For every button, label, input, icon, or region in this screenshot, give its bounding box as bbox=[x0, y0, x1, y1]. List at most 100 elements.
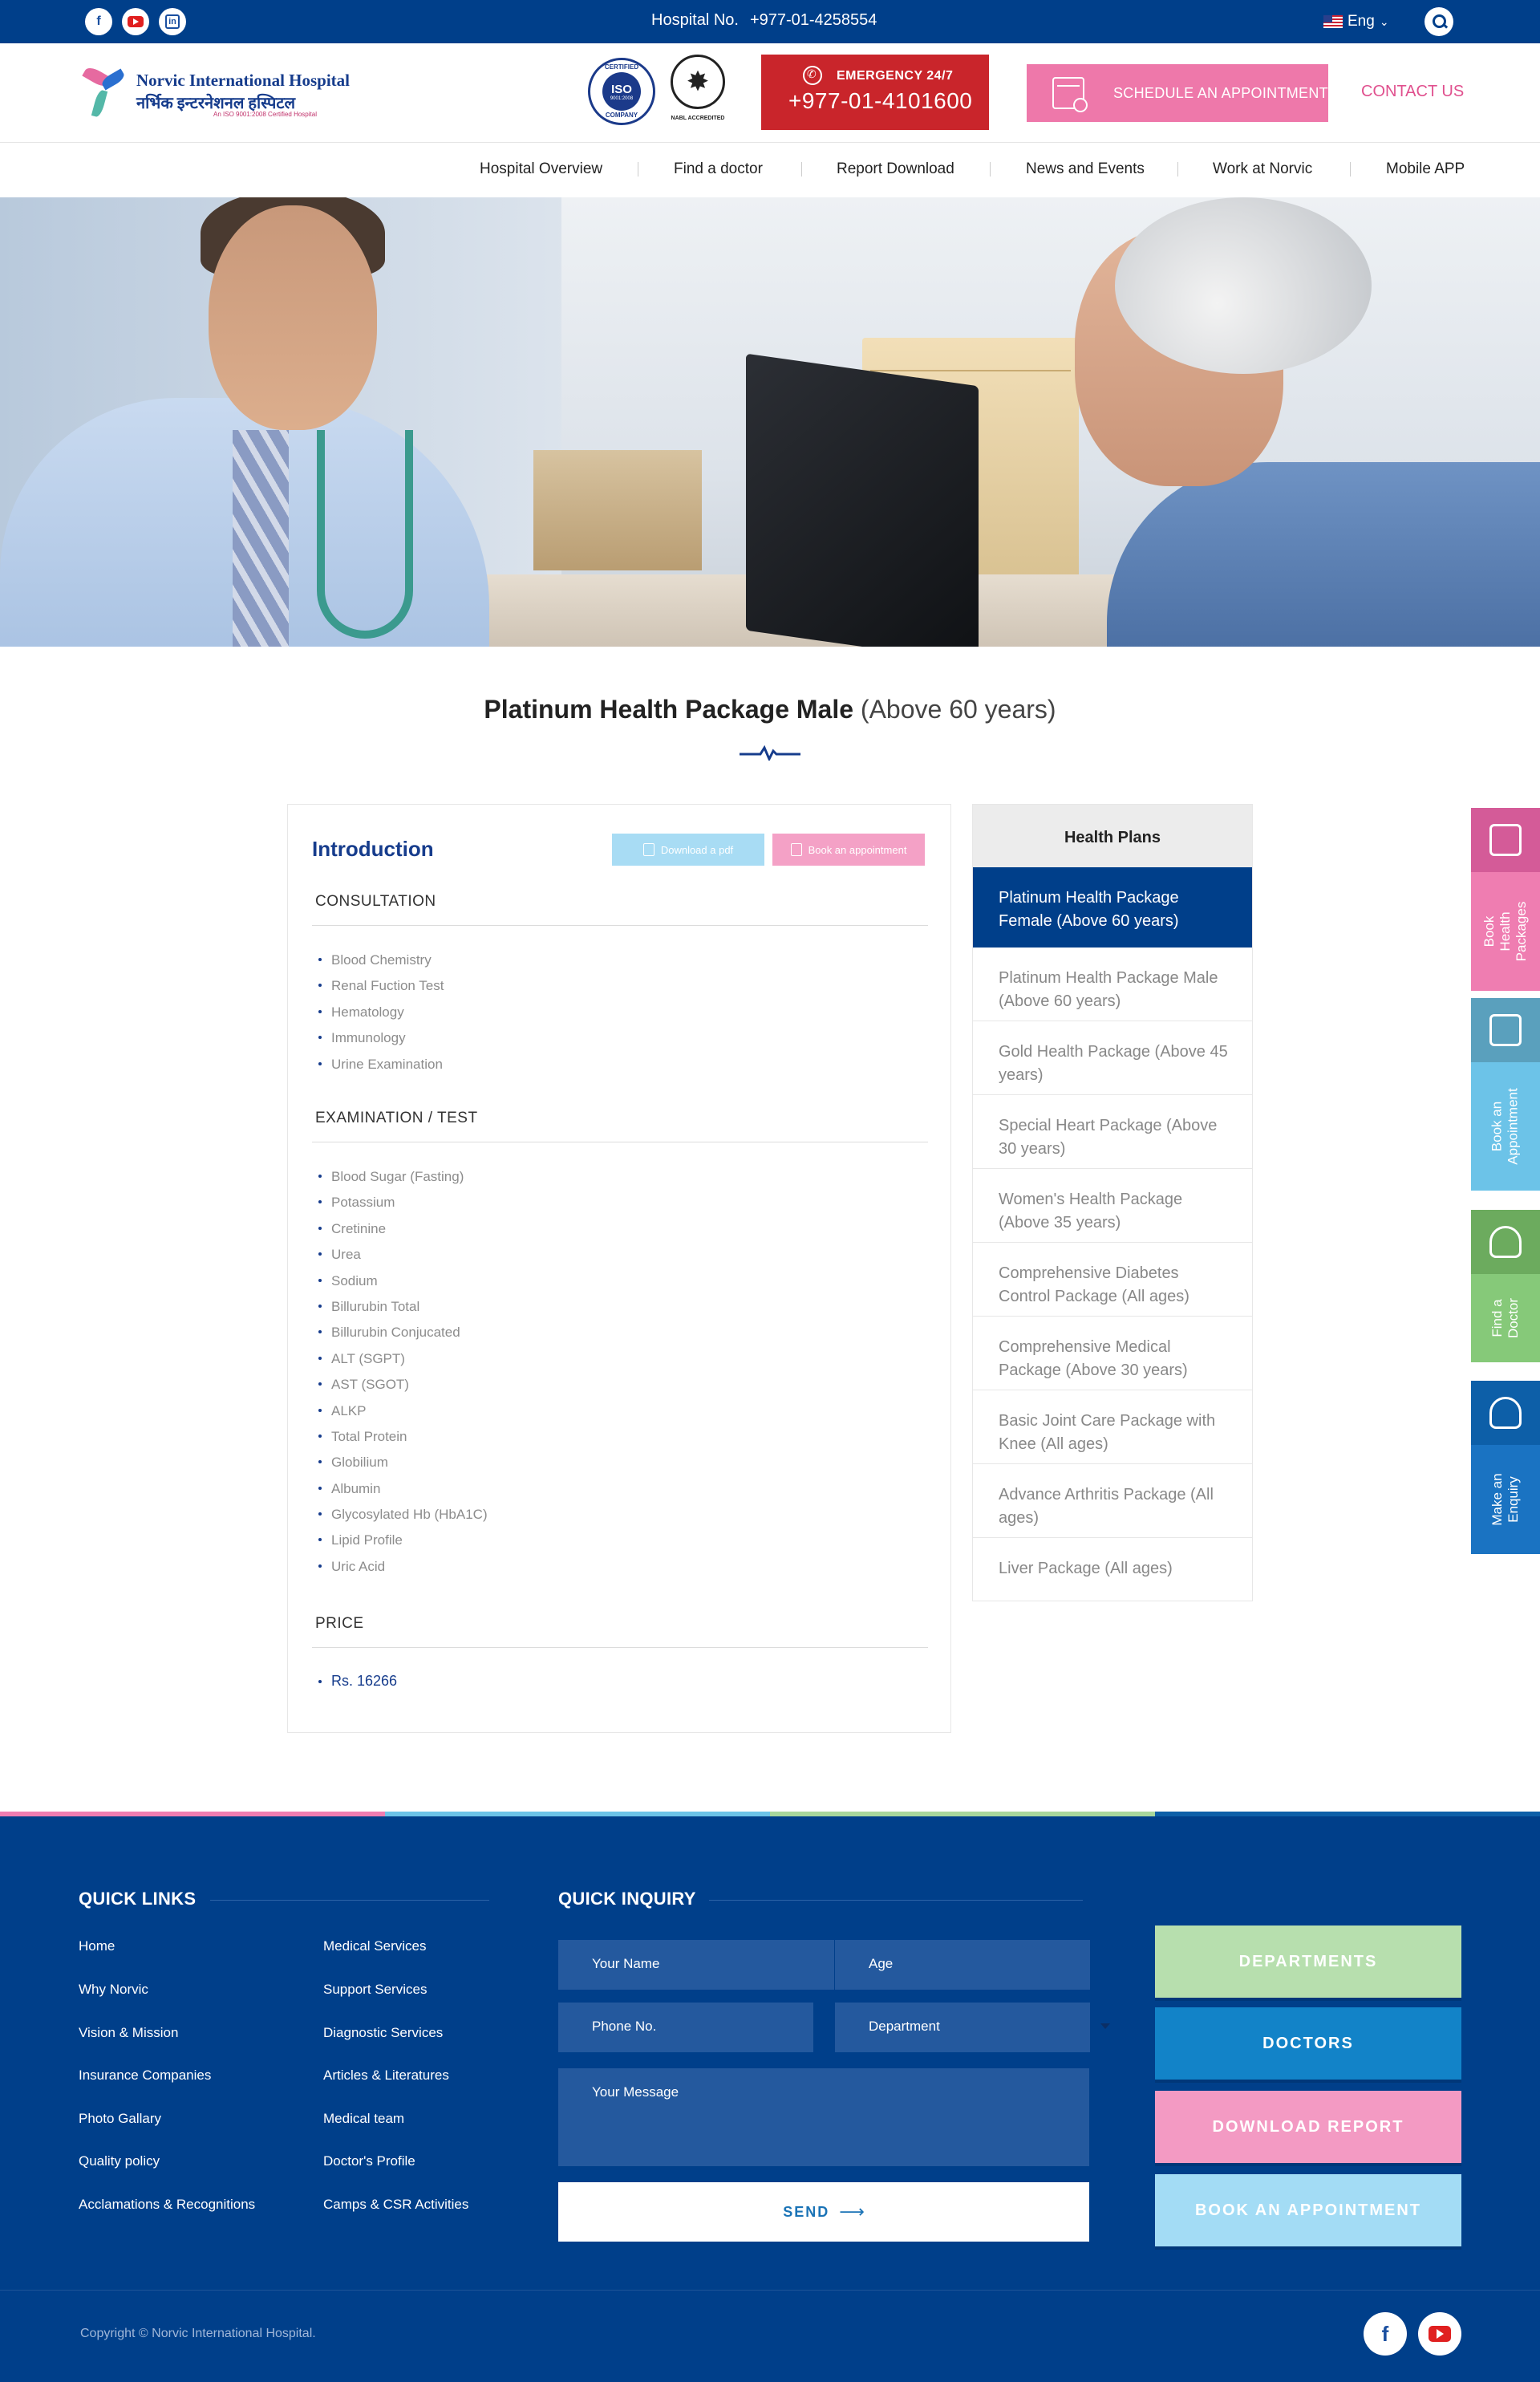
section-title-consultation: CONSULTATION bbox=[315, 893, 436, 910]
logo-name: Norvic International Hospital bbox=[136, 71, 350, 90]
nav-hospital-overview[interactable]: Hospital Overview bbox=[480, 160, 602, 178]
nav-mobile-app[interactable]: Mobile APP bbox=[1386, 160, 1465, 178]
list-item: Renal Fuction Test bbox=[318, 973, 444, 999]
footer-link[interactable]: Articles & Literatures bbox=[323, 2068, 449, 2084]
side-tab-label: Book an Appointment bbox=[1489, 1088, 1522, 1165]
footer-link[interactable]: Quality policy bbox=[79, 2153, 160, 2169]
plan-item[interactable]: Gold Health Package (Above 45 years) bbox=[973, 1021, 1252, 1095]
side-tab-book-health-packages[interactable]: Book Health Packages bbox=[1471, 808, 1540, 991]
examination-list: Blood Sugar (Fasting) Potassium Cretinin… bbox=[318, 1164, 488, 1580]
search-icon[interactable] bbox=[1424, 7, 1453, 36]
download-pdf-label: Download a pdf bbox=[660, 843, 734, 856]
list-item: Billurubin Total bbox=[318, 1294, 488, 1320]
language-selector[interactable]: Eng ⌄ bbox=[1323, 13, 1389, 30]
footer-link[interactable]: Medical team bbox=[323, 2111, 404, 2127]
list-item: ALT (SGPT) bbox=[318, 1346, 488, 1372]
phone-icon bbox=[803, 66, 822, 85]
list-item: Urea bbox=[318, 1242, 488, 1268]
side-tab-book-appointment[interactable]: Book an Appointment bbox=[1471, 998, 1540, 1191]
iso-certified-badge: CERTIFIED ISO 9001:2008 COMPANY bbox=[588, 58, 655, 125]
list-item: Blood Chemistry bbox=[318, 948, 444, 973]
quick-links-title: QUICK LINKS bbox=[79, 1889, 197, 1909]
list-item: Albumin bbox=[318, 1476, 488, 1502]
plan-item[interactable]: Basic Joint Care Package with Knee (All … bbox=[973, 1390, 1252, 1464]
plan-item[interactable]: Advance Arthritis Package (All ages) bbox=[973, 1464, 1252, 1538]
list-item: Total Protein bbox=[318, 1424, 488, 1450]
section-title-examination: EXAMINATION / TEST bbox=[315, 1110, 478, 1126]
youtube-icon[interactable] bbox=[1418, 2312, 1461, 2356]
plan-item[interactable]: Platinum Health Package Male (Above 60 y… bbox=[973, 948, 1252, 1021]
nav-work-at-norvic[interactable]: Work at Norvic bbox=[1213, 160, 1312, 178]
package-price: Rs. 16266 bbox=[318, 1673, 397, 1690]
page-title-main: Platinum Health Package Male bbox=[484, 695, 854, 724]
send-button[interactable]: SEND ⟶ bbox=[558, 2182, 1089, 2242]
plan-item[interactable]: Liver Package (All ages) bbox=[973, 1538, 1252, 1601]
footer-link[interactable]: Vision & Mission bbox=[79, 2025, 178, 2041]
hospital-number-value: +977-01-4258554 bbox=[749, 11, 877, 29]
calendar-icon bbox=[1052, 77, 1088, 112]
plan-item-active[interactable]: Platinum Health Package Female (Above 60… bbox=[973, 867, 1252, 948]
page-title: Platinum Health Package Male (Above 60 y… bbox=[0, 695, 1540, 724]
footer-link[interactable]: Home bbox=[79, 1938, 115, 1954]
hospital-number: Hospital No. +977-01-4258554 bbox=[651, 11, 877, 30]
department-select[interactable]: Department bbox=[835, 2003, 1090, 2052]
schedule-appointment-button[interactable]: SCHEDULE AN APPOINTMENT bbox=[1027, 64, 1328, 122]
header: Norvic International Hospital नर्भिक इन्… bbox=[0, 43, 1540, 143]
page-title-age: (Above 60 years) bbox=[860, 695, 1056, 724]
facebook-icon[interactable]: f bbox=[1364, 2312, 1407, 2356]
download-report-button[interactable]: DOWNLOAD REPORT bbox=[1155, 2091, 1461, 2163]
side-tab-label: Make an Enquiry bbox=[1489, 1473, 1521, 1526]
phone-field[interactable]: Phone No. bbox=[558, 2003, 813, 2052]
plan-item[interactable]: Comprehensive Diabetes Control Package (… bbox=[973, 1243, 1252, 1317]
age-field[interactable]: Age bbox=[835, 1940, 1090, 1990]
youtube-icon[interactable] bbox=[122, 8, 149, 35]
nav-news-events[interactable]: News and Events bbox=[1026, 160, 1145, 178]
footer-link[interactable]: Photo Gallary bbox=[79, 2111, 161, 2127]
download-pdf-button[interactable]: Download a pdf bbox=[612, 834, 764, 866]
footer: QUICK LINKS Home Why Norvic Vision & Mis… bbox=[0, 1816, 1540, 2382]
footer-link[interactable]: Why Norvic bbox=[79, 1982, 148, 1998]
footer-link[interactable]: Acclamations & Recognitions bbox=[79, 2197, 255, 2213]
contact-us-link[interactable]: CONTACT US bbox=[1361, 83, 1464, 101]
arrow-right-icon: ⟶ bbox=[839, 2201, 865, 2222]
linkedin-icon[interactable]: in bbox=[159, 8, 186, 35]
facebook-icon[interactable]: f bbox=[85, 8, 112, 35]
footer-link[interactable]: Diagnostic Services bbox=[323, 2025, 443, 2041]
footer-link[interactable]: Doctor's Profile bbox=[323, 2153, 415, 2169]
hospital-logo[interactable]: Norvic International Hospital नर्भिक इन्… bbox=[79, 61, 350, 125]
book-appointment-footer-button[interactable]: BOOK AN APPOINTMENT bbox=[1155, 2174, 1461, 2246]
name-field[interactable]: Your Name bbox=[558, 1940, 834, 1990]
list-item: Blood Sugar (Fasting) bbox=[318, 1164, 488, 1190]
chevron-down-icon: ⌄ bbox=[1379, 14, 1389, 28]
book-appointment-label: Book an appointment bbox=[808, 843, 907, 856]
copyright: Copyright © Norvic International Hospita… bbox=[80, 2327, 316, 2340]
footer-link[interactable]: Insurance Companies bbox=[79, 2068, 211, 2084]
plan-item[interactable]: Comprehensive Medical Package (Above 30 … bbox=[973, 1317, 1252, 1390]
footer-link[interactable]: Camps & CSR Activities bbox=[323, 2197, 468, 2213]
side-tab-make-enquiry[interactable]: Make an Enquiry bbox=[1471, 1381, 1540, 1554]
nav-find-doctor[interactable]: Find a doctor bbox=[674, 160, 763, 178]
main-nav: Hospital Overview Find a doctor Report D… bbox=[0, 143, 1540, 197]
footer-link[interactable]: Support Services bbox=[323, 1982, 427, 1998]
send-label: SEND bbox=[783, 2203, 830, 2220]
side-tab-find-doctor[interactable]: Find a Doctor bbox=[1471, 1210, 1540, 1362]
enquiry-icon bbox=[1489, 1397, 1522, 1429]
iso-badge-sub: 9001:2008 bbox=[610, 95, 634, 101]
plan-item[interactable]: Women's Health Package (Above 35 years) bbox=[973, 1169, 1252, 1243]
nav-report-download[interactable]: Report Download bbox=[837, 160, 954, 178]
plan-item[interactable]: Special Heart Package (Above 30 years) bbox=[973, 1095, 1252, 1169]
message-field[interactable]: Your Message bbox=[558, 2068, 1089, 2166]
doctors-button[interactable]: DOCTORS bbox=[1155, 2007, 1461, 2080]
list-item: Billurubin Conjucated bbox=[318, 1320, 488, 1345]
emergency-hotline[interactable]: EMERGENCY 24/7 +977-01-4101600 bbox=[761, 55, 989, 130]
departments-button[interactable]: DEPARTMENTS bbox=[1155, 1925, 1461, 1998]
schedule-appointment-label: SCHEDULE AN APPOINTMENT bbox=[1113, 85, 1328, 101]
top-bar: f in Hospital No. +977-01-4258554 Eng ⌄ bbox=[0, 0, 1540, 43]
book-appointment-button[interactable]: Book an appointment bbox=[772, 834, 925, 866]
footer-link[interactable]: Medical Services bbox=[323, 1938, 427, 1954]
iso-badge-main: ISO bbox=[611, 82, 632, 96]
document-icon bbox=[642, 843, 654, 856]
health-plans-title: Health Plans bbox=[973, 805, 1252, 867]
side-tab-label: Book Health Packages bbox=[1481, 901, 1529, 962]
nabl-accredited-badge: ✸ NABL ACCREDITED bbox=[666, 55, 730, 127]
